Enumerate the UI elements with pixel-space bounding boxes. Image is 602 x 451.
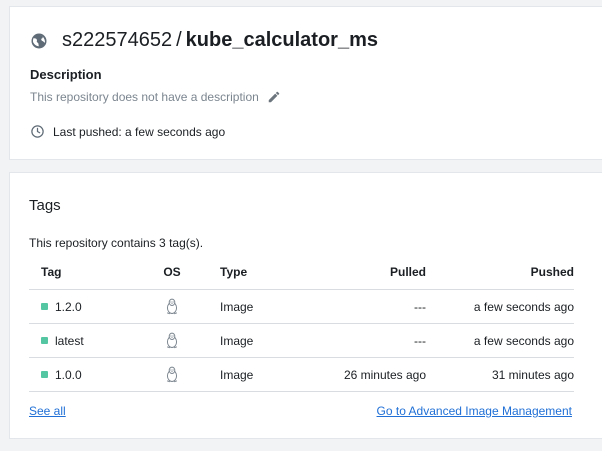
see-all-link[interactable]: See all [29,404,66,418]
tags-count-text: This repository contains 3 tag(s). [29,236,204,250]
repository-title: s222574652 / kube_calculator_ms [30,29,378,52]
column-header-pushed[interactable]: Pushed [426,254,574,290]
tag-name-cell: latest [41,334,141,348]
tags-heading: Tags [29,197,61,214]
description-row: This repository does not have a descript… [30,90,281,104]
tags-table-header: Tag OS Type Pulled Pushed [29,254,574,290]
tag-name[interactable]: latest [55,334,84,348]
tag-name-cell: 1.0.0 [41,368,141,382]
pulled-cell: --- [282,289,426,324]
description-text: This repository does not have a descript… [30,90,259,104]
pushed-cell: 31 minutes ago [426,357,574,392]
last-pushed-text: Last pushed: a few seconds ago [53,124,226,139]
pencil-icon[interactable] [267,90,281,104]
column-header-os: OS [141,254,203,290]
repository-separator: / [176,29,182,51]
tag-status-indicator [41,303,48,310]
column-header-pulled[interactable]: Pulled [282,254,426,290]
clock-icon [31,125,44,138]
linux-icon [166,298,178,315]
pushed-cell: a few seconds ago [426,323,574,358]
pulled-cell: --- [282,323,426,358]
tag-name-cell: 1.2.0 [41,300,141,314]
type-cell: Image [203,289,282,324]
description-heading: Description [30,67,102,82]
table-row: 1.0.0 Image 26 minutes ago 31 minutes ag… [29,357,574,392]
column-header-tag[interactable]: Tag [29,254,141,290]
tag-status-indicator [41,337,48,344]
tag-name[interactable]: 1.0.0 [55,368,82,382]
column-header-type: Type [203,254,282,290]
tag-status-indicator [41,371,48,378]
advanced-image-management-link[interactable]: Go to Advanced Image Management [377,404,572,418]
repository-namespace: s222574652 [62,29,173,51]
tags-table: Tag OS Type Pulled Pushed 1.2.0 Image --… [29,254,574,392]
table-row: 1.2.0 Image --- a few seconds ago [29,289,574,324]
table-row: latest Image --- a few seconds ago [29,323,574,358]
pulled-cell: 26 minutes ago [282,357,426,392]
globe-icon [31,33,47,48]
linux-icon [166,332,178,349]
pushed-cell: a few seconds ago [426,289,574,324]
repository-info-card: s222574652 / kube_calculator_ms Descript… [9,6,602,160]
repository-name: kube_calculator_ms [185,29,378,51]
last-pushed-row: Last pushed: a few seconds ago [30,124,225,139]
linux-icon [166,366,178,383]
type-cell: Image [203,323,282,358]
tags-card: Tags This repository contains 3 tag(s). … [9,172,602,439]
type-cell: Image [203,357,282,392]
tag-name[interactable]: 1.2.0 [55,300,82,314]
